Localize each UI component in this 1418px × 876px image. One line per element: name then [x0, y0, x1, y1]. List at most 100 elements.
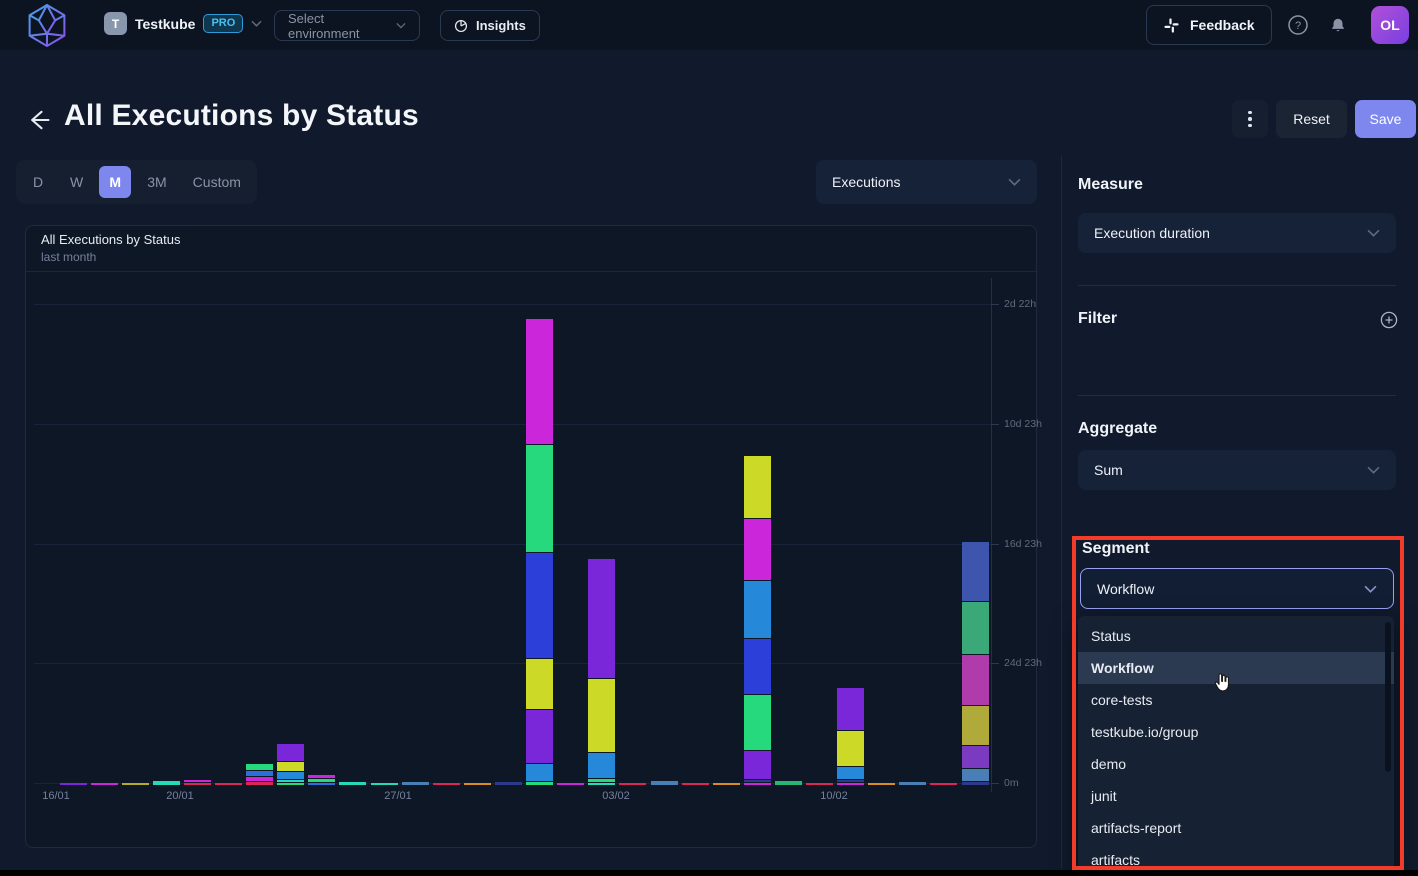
- stacked-bar[interactable]: [215, 782, 242, 785]
- bar-segment[interactable]: [619, 782, 646, 785]
- bar-segment[interactable]: [837, 730, 864, 766]
- add-filter-button[interactable]: [1380, 311, 1398, 329]
- stacked-bar[interactable]: [246, 763, 273, 785]
- bar-segment[interactable]: [246, 781, 273, 785]
- bar-segment[interactable]: [526, 709, 553, 763]
- tab-day[interactable]: D: [22, 166, 54, 198]
- bar-segment[interactable]: [962, 768, 989, 781]
- bar-segment[interactable]: [744, 638, 771, 694]
- bar-segment[interactable]: [962, 601, 989, 654]
- stacked-bar[interactable]: [806, 782, 833, 785]
- bar-segment[interactable]: [91, 782, 118, 785]
- stacked-bar[interactable]: [495, 781, 522, 785]
- bar-segment[interactable]: [277, 743, 304, 761]
- bar-segment[interactable]: [744, 455, 771, 518]
- bar-segment[interactable]: [464, 782, 491, 785]
- stacked-bar[interactable]: [464, 782, 491, 785]
- stacked-bar[interactable]: [277, 743, 304, 785]
- bar-segment[interactable]: [775, 780, 802, 785]
- bar-segment[interactable]: [526, 781, 553, 785]
- segment-option[interactable]: artifacts-report: [1078, 812, 1394, 844]
- bar-segment[interactable]: [744, 750, 771, 779]
- save-button[interactable]: Save: [1355, 100, 1416, 138]
- aggregate-select[interactable]: Sum: [1078, 450, 1396, 490]
- help-button[interactable]: ?: [1286, 13, 1310, 37]
- bar-segment[interactable]: [962, 654, 989, 705]
- stacked-bar[interactable]: [682, 782, 709, 785]
- stacked-bar[interactable]: [619, 782, 646, 785]
- bar-segment[interactable]: [588, 678, 615, 752]
- tab-custom[interactable]: Custom: [183, 166, 251, 198]
- bar-segment[interactable]: [184, 782, 211, 785]
- tab-month[interactable]: M: [99, 166, 131, 198]
- stacked-bar[interactable]: [837, 687, 864, 785]
- segment-option[interactable]: artifacts: [1078, 844, 1394, 872]
- stacked-bar[interactable]: [122, 782, 149, 785]
- stacked-bar[interactable]: [371, 782, 398, 785]
- stacked-bar[interactable]: [651, 780, 678, 785]
- bar-segment[interactable]: [246, 763, 273, 770]
- stacked-bar[interactable]: [557, 782, 584, 785]
- stacked-bar[interactable]: [308, 774, 335, 785]
- stacked-bar[interactable]: [713, 782, 740, 785]
- bar-segment[interactable]: [962, 781, 989, 785]
- bar-segment[interactable]: [308, 782, 335, 785]
- more-options-button[interactable]: [1232, 100, 1268, 138]
- stacked-bar[interactable]: [899, 781, 926, 785]
- stacked-bar[interactable]: [402, 781, 429, 785]
- reset-button[interactable]: Reset: [1276, 100, 1347, 138]
- stacked-bar[interactable]: [526, 318, 553, 785]
- bar-segment[interactable]: [60, 782, 87, 785]
- segment-option[interactable]: testkube.io/group: [1078, 716, 1394, 748]
- bar-segment[interactable]: [339, 781, 366, 785]
- stacked-bar[interactable]: [153, 780, 180, 785]
- stacked-bar[interactable]: [588, 558, 615, 785]
- stacked-bar[interactable]: [339, 781, 366, 785]
- bar-segment[interactable]: [215, 782, 242, 785]
- bar-segment[interactable]: [557, 782, 584, 785]
- bar-segment[interactable]: [744, 580, 771, 638]
- bar-segment[interactable]: [277, 761, 304, 771]
- bar-segment[interactable]: [526, 658, 553, 709]
- tab-week[interactable]: W: [60, 166, 93, 198]
- back-button[interactable]: [24, 106, 52, 134]
- bar-segment[interactable]: [899, 781, 926, 785]
- stacked-bar[interactable]: [930, 782, 957, 785]
- stacked-bar[interactable]: [433, 782, 460, 785]
- bar-segment[interactable]: [371, 782, 398, 785]
- measure-select[interactable]: Execution duration: [1078, 213, 1396, 253]
- chart-plot[interactable]: 2d 22h10d 23h16d 23h24d 23h0m16/0120/012…: [26, 226, 1036, 847]
- environment-select[interactable]: Select environment: [274, 10, 420, 41]
- segment-option[interactable]: junit: [1078, 780, 1394, 812]
- bar-segment[interactable]: [277, 771, 304, 779]
- bar-segment[interactable]: [962, 541, 989, 601]
- dropdown-scrollbar[interactable]: [1385, 622, 1391, 772]
- bar-segment[interactable]: [495, 781, 522, 785]
- bar-segment[interactable]: [402, 781, 429, 785]
- bar-segment[interactable]: [588, 558, 615, 678]
- user-avatar[interactable]: OL: [1371, 6, 1409, 44]
- stacked-bar[interactable]: [775, 780, 802, 785]
- bar-segment[interactable]: [713, 782, 740, 785]
- org-switcher[interactable]: T Testkube PRO: [104, 12, 262, 35]
- bar-segment[interactable]: [744, 518, 771, 580]
- bar-segment[interactable]: [806, 782, 833, 785]
- notifications-button[interactable]: [1326, 13, 1350, 37]
- bar-segment[interactable]: [682, 782, 709, 785]
- stacked-bar[interactable]: [91, 782, 118, 785]
- insights-button[interactable]: Insights: [440, 10, 540, 41]
- bar-segment[interactable]: [930, 782, 957, 785]
- bar-segment[interactable]: [744, 694, 771, 750]
- segment-option[interactable]: demo: [1078, 748, 1394, 780]
- stacked-bar[interactable]: [60, 782, 87, 785]
- bar-segment[interactable]: [962, 745, 989, 768]
- scope-select[interactable]: Executions: [816, 160, 1037, 204]
- stacked-bar[interactable]: [962, 541, 989, 785]
- segment-option[interactable]: Workflow: [1078, 652, 1394, 684]
- segment-option[interactable]: core-tests: [1078, 684, 1394, 716]
- bar-segment[interactable]: [526, 763, 553, 781]
- bar-segment[interactable]: [526, 444, 553, 552]
- bar-segment[interactable]: [837, 766, 864, 779]
- bar-segment[interactable]: [651, 780, 678, 785]
- testkube-logo-icon[interactable]: [26, 3, 68, 48]
